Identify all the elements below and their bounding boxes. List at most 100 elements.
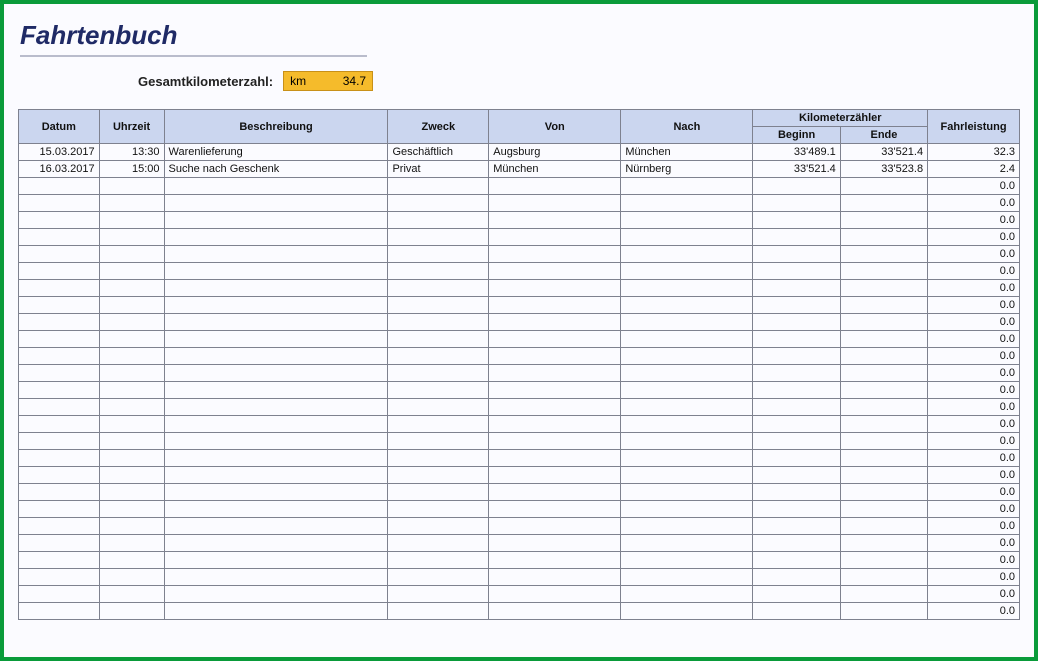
cell-beginn[interactable] [753,280,840,297]
cell-beschreibung[interactable] [164,484,388,501]
cell-von[interactable] [489,450,621,467]
cell-zweck[interactable] [388,484,489,501]
cell-uhrzeit[interactable] [99,348,164,365]
cell-nach[interactable] [621,603,753,620]
cell-nach[interactable] [621,263,753,280]
cell-ende[interactable] [840,195,927,212]
cell-von[interactable] [489,331,621,348]
cell-nach[interactable] [621,229,753,246]
cell-nach[interactable] [621,416,753,433]
table-row[interactable]: 15.03.201713:30WarenlieferungGeschäftlic… [19,144,1020,161]
cell-uhrzeit[interactable] [99,586,164,603]
cell-ende[interactable] [840,552,927,569]
cell-zweck[interactable] [388,314,489,331]
cell-ende[interactable] [840,518,927,535]
table-row[interactable]: 0.0 [19,467,1020,484]
cell-von[interactable] [489,280,621,297]
cell-nach[interactable] [621,552,753,569]
cell-zweck[interactable]: Privat [388,161,489,178]
cell-von[interactable] [489,535,621,552]
cell-datum[interactable] [19,467,100,484]
cell-nach[interactable] [621,399,753,416]
cell-ende[interactable] [840,399,927,416]
table-row[interactable]: 0.0 [19,518,1020,535]
cell-von[interactable]: Augsburg [489,144,621,161]
cell-datum[interactable] [19,433,100,450]
cell-fahrleistung[interactable]: 0.0 [928,331,1020,348]
cell-uhrzeit[interactable] [99,552,164,569]
cell-beschreibung[interactable] [164,263,388,280]
table-row[interactable]: 0.0 [19,382,1020,399]
cell-uhrzeit[interactable] [99,450,164,467]
cell-beginn[interactable] [753,552,840,569]
cell-beginn[interactable] [753,518,840,535]
cell-uhrzeit[interactable] [99,484,164,501]
cell-datum[interactable] [19,348,100,365]
cell-fahrleistung[interactable]: 0.0 [928,450,1020,467]
cell-datum[interactable] [19,263,100,280]
cell-fahrleistung[interactable]: 0.0 [928,280,1020,297]
cell-zweck[interactable] [388,280,489,297]
cell-uhrzeit[interactable] [99,246,164,263]
table-row[interactable]: 0.0 [19,501,1020,518]
cell-ende[interactable] [840,348,927,365]
cell-beginn[interactable] [753,178,840,195]
cell-ende[interactable] [840,603,927,620]
cell-fahrleistung[interactable]: 0.0 [928,433,1020,450]
cell-fahrleistung[interactable]: 0.0 [928,484,1020,501]
cell-von[interactable] [489,314,621,331]
cell-beschreibung[interactable] [164,229,388,246]
cell-uhrzeit[interactable] [99,280,164,297]
cell-von[interactable] [489,365,621,382]
cell-beginn[interactable] [753,246,840,263]
cell-zweck[interactable] [388,569,489,586]
cell-von[interactable] [489,399,621,416]
cell-nach[interactable] [621,314,753,331]
cell-von[interactable] [489,263,621,280]
cell-beginn[interactable] [753,535,840,552]
cell-uhrzeit[interactable] [99,416,164,433]
cell-beschreibung[interactable] [164,280,388,297]
cell-beschreibung[interactable] [164,467,388,484]
cell-fahrleistung[interactable]: 2.4 [928,161,1020,178]
cell-ende[interactable] [840,314,927,331]
cell-datum[interactable] [19,416,100,433]
cell-von[interactable] [489,467,621,484]
table-row[interactable]: 0.0 [19,365,1020,382]
cell-ende[interactable]: 33'521.4 [840,144,927,161]
table-row[interactable]: 0.0 [19,314,1020,331]
cell-beginn[interactable] [753,416,840,433]
cell-zweck[interactable] [388,501,489,518]
cell-zweck[interactable] [388,603,489,620]
cell-fahrleistung[interactable]: 0.0 [928,399,1020,416]
cell-beginn[interactable] [753,501,840,518]
cell-nach[interactable] [621,484,753,501]
cell-ende[interactable] [840,484,927,501]
cell-beschreibung[interactable] [164,348,388,365]
cell-zweck[interactable] [388,399,489,416]
cell-nach[interactable] [621,535,753,552]
table-row[interactable]: 0.0 [19,484,1020,501]
cell-beschreibung[interactable] [164,518,388,535]
cell-nach[interactable] [621,518,753,535]
cell-nach[interactable] [621,212,753,229]
table-row[interactable]: 0.0 [19,569,1020,586]
table-row[interactable]: 0.0 [19,229,1020,246]
cell-beschreibung[interactable] [164,603,388,620]
cell-zweck[interactable] [388,331,489,348]
cell-ende[interactable] [840,382,927,399]
cell-zweck[interactable] [388,178,489,195]
cell-uhrzeit[interactable]: 13:30 [99,144,164,161]
cell-uhrzeit[interactable] [99,603,164,620]
cell-zweck[interactable] [388,263,489,280]
cell-von[interactable]: München [489,161,621,178]
cell-datum[interactable] [19,382,100,399]
cell-fahrleistung[interactable]: 0.0 [928,229,1020,246]
cell-beginn[interactable] [753,365,840,382]
cell-beginn[interactable] [753,212,840,229]
cell-beginn[interactable] [753,450,840,467]
cell-uhrzeit[interactable] [99,535,164,552]
cell-beschreibung[interactable] [164,297,388,314]
cell-datum[interactable]: 15.03.2017 [19,144,100,161]
cell-datum[interactable] [19,569,100,586]
